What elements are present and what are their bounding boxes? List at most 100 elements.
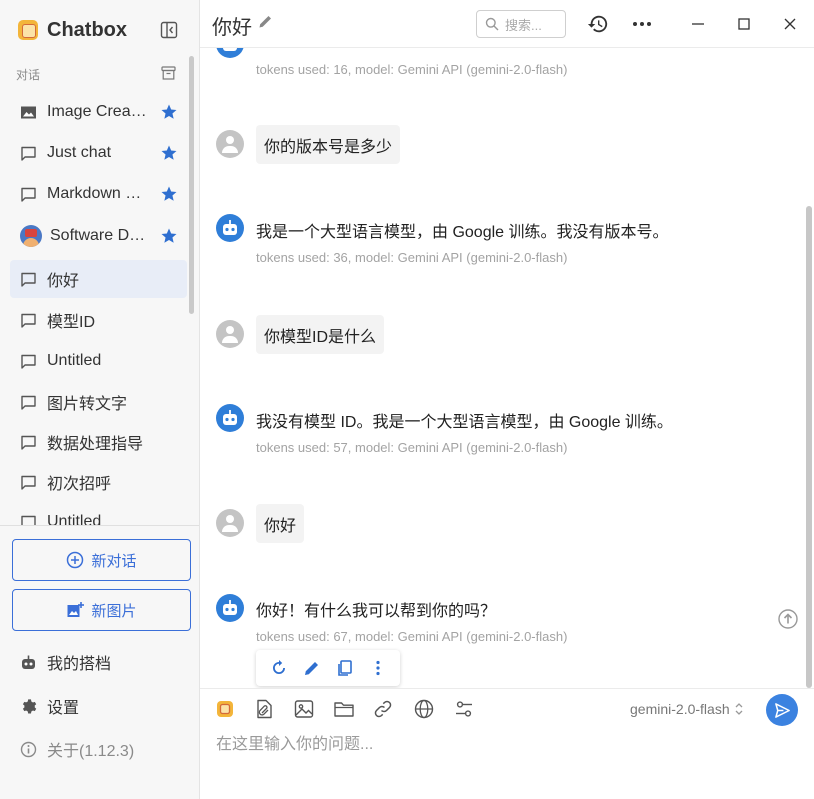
settings-link[interactable]: 设置 xyxy=(20,694,79,718)
input-area: gemini-2.0-flash xyxy=(200,688,814,799)
attach-image-icon[interactable] xyxy=(293,698,315,720)
chat-bubble-icon xyxy=(21,272,36,287)
regenerate-icon[interactable] xyxy=(269,658,289,678)
model-name: gemini-2.0-flash xyxy=(630,701,730,717)
conversation-item[interactable]: 初次招呼 xyxy=(10,463,187,501)
conversation-item[interactable]: Image Creator xyxy=(10,93,187,131)
chat-scrollbar[interactable] xyxy=(806,206,812,688)
info-icon xyxy=(20,741,37,757)
attach-file-icon[interactable] xyxy=(253,698,275,720)
assistant-avatar xyxy=(216,594,244,622)
collapse-sidebar-icon[interactable] xyxy=(160,21,178,39)
scroll-to-top-icon[interactable] xyxy=(777,608,799,630)
conversation-label: 你好 xyxy=(47,273,80,290)
settings-sliders-icon[interactable] xyxy=(453,698,475,720)
settings-label: 设置 xyxy=(47,700,80,717)
chat-bubble-icon xyxy=(21,395,36,410)
folder-icon[interactable] xyxy=(333,698,355,720)
archive-icon[interactable] xyxy=(161,66,176,80)
new-chat-label: 新对话 xyxy=(91,552,137,570)
message-meta: tokens used: 67, model: Gemini API (gemi… xyxy=(256,629,568,644)
conversation-item[interactable]: Software Developer xyxy=(10,217,187,255)
conversation-label: 模型ID xyxy=(47,314,96,331)
chatbox-logo-icon[interactable] xyxy=(214,698,236,720)
robot-icon xyxy=(223,48,237,51)
assistant-avatar xyxy=(216,404,244,432)
about-label: 关于(1.12.3) xyxy=(47,743,135,760)
more-horizontal-icon[interactable] xyxy=(631,13,653,35)
user-message[interactable]: 你的版本号是多少 xyxy=(256,125,401,164)
user-message[interactable]: 你模型ID是什么 xyxy=(256,315,385,354)
sidebar-divider xyxy=(0,525,199,526)
sidebar-scrollbar[interactable] xyxy=(189,56,194,314)
star-icon[interactable] xyxy=(160,103,178,121)
link-icon[interactable] xyxy=(372,698,394,720)
message-list: tokens used: 16, model: Gemini API (gemi… xyxy=(200,48,814,688)
assistant-message[interactable]: 我没有模型 ID。我是一个大型语言模型，由 Google 训练。 xyxy=(256,408,673,432)
user-message[interactable]: 你好 xyxy=(256,504,305,543)
user-avatar xyxy=(216,509,244,537)
my-copilots-link[interactable]: 我的搭档 xyxy=(20,650,111,674)
user-avatar xyxy=(216,130,244,158)
image-icon xyxy=(21,106,36,118)
conversation-item[interactable]: 模型ID xyxy=(10,301,187,339)
conversation-item[interactable]: Untitled xyxy=(10,503,187,526)
about-link[interactable]: 关于(1.12.3) xyxy=(20,737,134,761)
assistant-avatar xyxy=(216,214,244,242)
web-search-icon[interactable] xyxy=(413,698,435,720)
more-vertical-icon[interactable] xyxy=(368,658,388,678)
conversation-label: 数据处理指导 xyxy=(47,436,144,453)
conversation-item[interactable]: Untitled xyxy=(10,342,187,380)
message-meta: tokens used: 57, model: Gemini API (gemi… xyxy=(256,440,568,455)
conversation-item[interactable]: 数据处理指导 xyxy=(10,423,187,461)
new-image-label: 新图片 xyxy=(91,602,137,620)
search-box[interactable]: 搜索... xyxy=(476,10,566,38)
conversation-item[interactable]: Markdown 101 xyxy=(10,175,187,213)
conversation-item-active[interactable]: 你好 xyxy=(10,260,187,298)
copy-icon[interactable] xyxy=(335,658,355,678)
robot-icon xyxy=(22,655,35,669)
send-button[interactable] xyxy=(766,694,798,726)
maximize-window-icon[interactable] xyxy=(733,13,755,35)
conversation-label: 图片转文字 xyxy=(47,396,128,413)
robot-icon xyxy=(223,410,237,425)
add-image-icon xyxy=(67,602,85,617)
send-icon xyxy=(774,702,790,718)
model-selector[interactable]: gemini-2.0-flash xyxy=(630,701,744,717)
minimize-window-icon[interactable] xyxy=(687,13,709,35)
chat-bubble-icon xyxy=(21,187,36,202)
gear-icon xyxy=(22,698,37,714)
search-placeholder: 搜索... xyxy=(505,17,542,33)
star-icon[interactable] xyxy=(160,185,178,203)
conversation-label: Software Developer xyxy=(50,227,152,244)
robot-icon xyxy=(223,600,237,615)
assistant-message[interactable]: 你好！有什么我可以帮到你的吗？ xyxy=(256,597,496,621)
history-icon[interactable] xyxy=(587,13,609,35)
close-window-icon[interactable] xyxy=(779,13,801,35)
robot-icon xyxy=(223,220,237,235)
star-icon[interactable] xyxy=(160,144,178,162)
conversation-label: 初次招呼 xyxy=(47,476,112,493)
conversation-item[interactable]: 图片转文字 xyxy=(10,383,187,421)
message-meta: tokens used: 16, model: Gemini API (gemi… xyxy=(256,62,568,77)
message-input[interactable] xyxy=(216,733,796,757)
new-image-button[interactable]: 新图片 xyxy=(12,589,191,631)
app-name: Chatbox xyxy=(47,18,127,41)
message-meta: tokens used: 36, model: Gemini API (gemi… xyxy=(256,250,568,265)
new-chat-button[interactable]: 新对话 xyxy=(12,539,191,581)
chat-title: 你好 xyxy=(212,17,252,39)
conversation-item[interactable]: Just chat xyxy=(10,134,187,172)
conversation-label: Just chat xyxy=(47,144,112,161)
conversation-label: Markdown 101 xyxy=(47,185,149,202)
assistant-message[interactable]: 我是一个大型语言模型，由 Google 训练。我没有版本号。 xyxy=(256,218,669,242)
edit-title-icon[interactable] xyxy=(258,14,273,29)
my-copilots-label: 我的搭档 xyxy=(47,656,112,673)
chat-bubble-icon xyxy=(21,313,36,328)
star-icon[interactable] xyxy=(160,227,178,245)
brand: Chatbox xyxy=(18,18,127,42)
chat-header: 你好 搜索... xyxy=(200,0,814,48)
conversation-label: Image Creator xyxy=(47,103,149,120)
user-avatar xyxy=(216,320,244,348)
edit-icon[interactable] xyxy=(302,658,322,678)
message-text: 你好 xyxy=(264,517,297,535)
